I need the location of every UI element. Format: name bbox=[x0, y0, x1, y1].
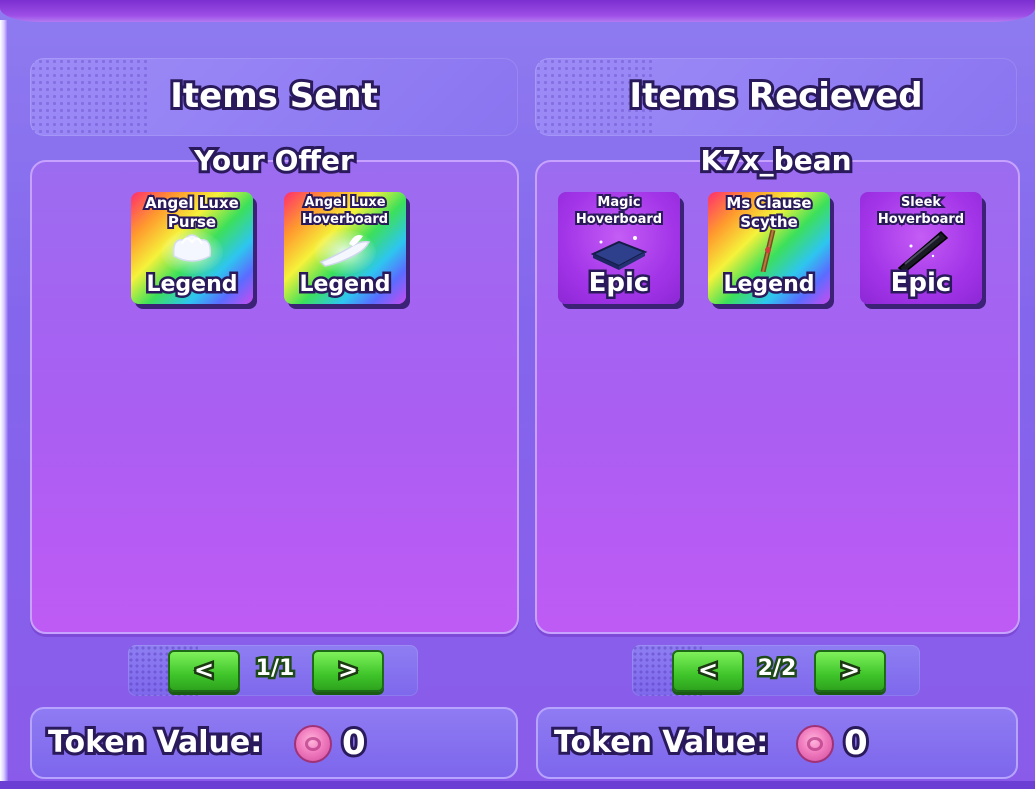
your-offer-title: Your Offer bbox=[191, 141, 357, 180]
next-page-button[interactable]: > bbox=[814, 650, 886, 692]
right-token-bar: Token Value: 0 bbox=[536, 707, 1018, 779]
item-name: Angel Luxe Purse bbox=[143, 192, 241, 233]
chevron-left-icon: < bbox=[695, 654, 720, 687]
items-received-title: Items Recieved bbox=[626, 73, 925, 119]
item-name: Ms Clause Scythe bbox=[724, 192, 813, 233]
item-rarity: Epic bbox=[888, 266, 954, 301]
token-value: 0 bbox=[841, 720, 871, 766]
left-token-bar: Token Value: 0 bbox=[30, 707, 518, 779]
token-value-label: Token Value: bbox=[551, 722, 771, 763]
item-rarity: Legend bbox=[144, 270, 240, 300]
trade-partner-name: K7x_bean bbox=[697, 141, 854, 180]
token-value-label: Token Value: bbox=[45, 722, 265, 763]
window-bottom-rim bbox=[0, 781, 1035, 789]
item-card-ms-clause-scythe[interactable]: Ms Clause Scythe Legend bbox=[708, 192, 830, 304]
items-sent-title: Items Sent bbox=[167, 73, 380, 119]
magic-hoverboard-item-icon bbox=[590, 236, 648, 270]
sleek-hoverboard-item-icon bbox=[897, 230, 949, 272]
your-offer-panel bbox=[30, 160, 519, 634]
items-received-header: Items Recieved bbox=[535, 58, 1017, 136]
page-indicator: 1/1 bbox=[253, 654, 297, 684]
items-sent-header: Items Sent bbox=[30, 58, 518, 136]
purse-item-icon bbox=[172, 234, 212, 262]
hoverboard-item-icon bbox=[319, 235, 371, 267]
item-name: Magic Hoverboard bbox=[574, 193, 664, 229]
item-rarity: Legend bbox=[721, 270, 817, 300]
item-card-angel-luxe-hoverboard[interactable]: Angel Luxe Hoverboard Legend bbox=[284, 192, 406, 304]
trade-window: Items Sent Your Offer Angel Luxe Purse L… bbox=[0, 0, 1035, 789]
page-indicator: 2/2 bbox=[755, 654, 799, 684]
item-rarity: Epic bbox=[586, 266, 652, 301]
item-name: Sleek Hoverboard bbox=[876, 193, 966, 229]
coin-icon bbox=[294, 725, 332, 763]
prev-page-button[interactable]: < bbox=[672, 650, 744, 692]
next-page-button[interactable]: > bbox=[312, 650, 384, 692]
item-rarity: Legend bbox=[297, 270, 393, 300]
chevron-right-icon: > bbox=[837, 654, 862, 687]
scythe-item-icon bbox=[760, 229, 776, 272]
right-pager: < 2/2 > bbox=[632, 645, 920, 696]
window-top-rim bbox=[0, 0, 1035, 22]
coin-icon bbox=[796, 725, 834, 763]
chevron-right-icon: > bbox=[335, 654, 360, 687]
item-card-sleek-hoverboard[interactable]: Sleek Hoverboard Epic bbox=[860, 192, 982, 304]
item-card-magic-hoverboard[interactable]: Magic Hoverboard Epic bbox=[558, 192, 680, 304]
item-name: Angel Luxe Hoverboard bbox=[300, 193, 390, 229]
left-pager: < 1/1 > bbox=[128, 645, 418, 696]
item-card-angel-luxe-purse[interactable]: Angel Luxe Purse Legend bbox=[131, 192, 253, 304]
prev-page-button[interactable]: < bbox=[168, 650, 240, 692]
token-value: 0 bbox=[339, 720, 369, 766]
window-left-rim bbox=[0, 20, 8, 789]
chevron-left-icon: < bbox=[191, 654, 216, 687]
